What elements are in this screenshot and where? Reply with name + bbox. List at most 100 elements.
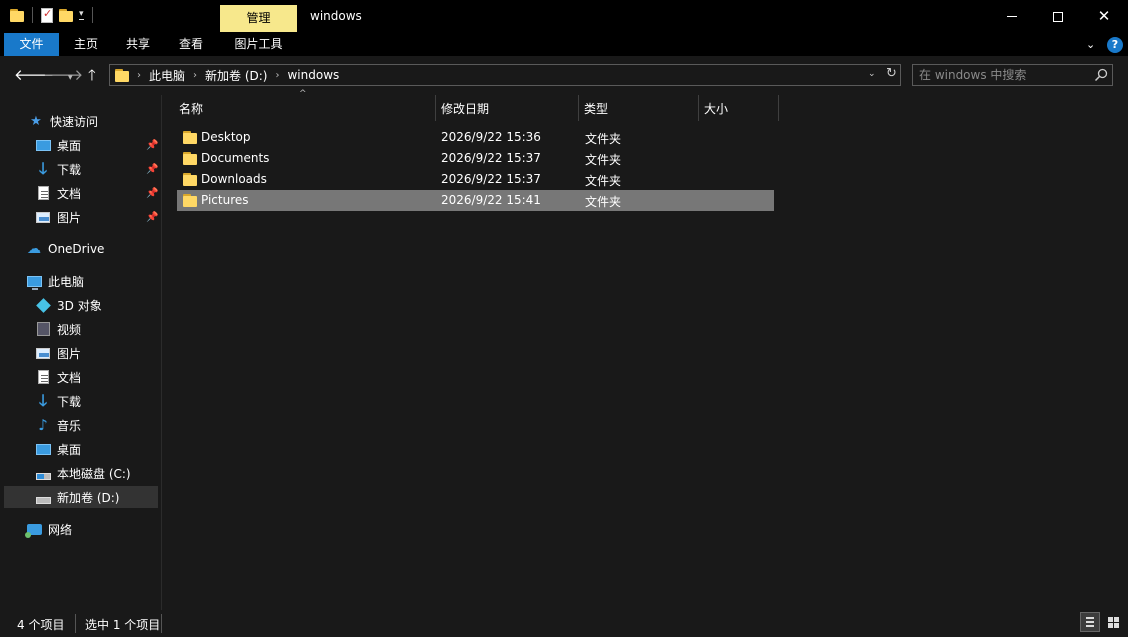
large-icons-view-button[interactable] [1103, 612, 1123, 632]
tab-home[interactable]: 主页 [60, 33, 112, 56]
file-row[interactable]: Downloads 2026/9/22 15:37 文件夹 [177, 169, 774, 190]
sidebar-item-label: 此电脑 [48, 274, 85, 289]
desktop-icon [35, 137, 51, 153]
chevron-right-icon[interactable]: › [137, 70, 141, 81]
sidebar-item-drive-d[interactable]: 新加卷 (D:) [4, 486, 158, 508]
file-row-selected[interactable]: Pictures 2026/9/22 15:41 文件夹 [177, 190, 774, 211]
sidebar-item-label: OneDrive [48, 242, 105, 256]
video-icon-shape [36, 322, 50, 336]
new-folder-icon[interactable] [59, 8, 73, 22]
status-bar: 4 个项目 选中 1 个项目 [0, 610, 1128, 637]
file-type: 文件夹 [585, 132, 622, 146]
download-icon: 🡓 [38, 159, 48, 178]
sidebar-item-label: 图片 [57, 346, 82, 361]
navigation-pane: ★ 快速访问 桌面 📌 🡓 下载 📌 文档 📌 图片 📌 ☁ OneDrive … [4, 95, 160, 610]
pin-icon[interactable]: 📌 [146, 212, 158, 223]
up-button[interactable]: 🡑 [88, 66, 96, 84]
file-type: 文件夹 [585, 195, 622, 209]
column-header-name[interactable]: 名称 [174, 95, 435, 121]
sidebar-item-documents[interactable]: 文档 [35, 366, 81, 388]
pictures-icon [35, 345, 51, 361]
sidebar-item-quick-documents[interactable]: 文档 📌 [35, 182, 160, 204]
tab-view[interactable]: 查看 [165, 33, 217, 56]
sidebar-item-label: 3D 对象 [57, 298, 102, 313]
sidebar-item-this-pc[interactable]: 此电脑 [26, 270, 84, 292]
address-bar[interactable]: › 此电脑 › 新加卷 (D:) › windows ⌄ ↻ [109, 64, 901, 86]
sidebar-item-label: 视频 [57, 322, 82, 337]
tab-file[interactable]: 文件 [4, 33, 59, 56]
pane-divider[interactable] [161, 95, 162, 610]
search-input[interactable] [919, 67, 1089, 83]
customize-toolbar-icon[interactable]: ▾ [79, 10, 84, 20]
sidebar-item-label: 文档 [57, 370, 82, 385]
search-box[interactable] [912, 64, 1113, 86]
sidebar-item-label: 下载 [57, 394, 82, 409]
document-icon [35, 185, 51, 201]
close-button[interactable]: ✕ [1081, 0, 1127, 33]
sidebar-item-quick-pictures[interactable]: 图片 📌 [35, 206, 160, 228]
sidebar-item-music[interactable]: ♪ 音乐 [35, 414, 81, 436]
tab-manage[interactable]: 管理 [220, 5, 297, 32]
chevron-right-icon[interactable]: › [193, 70, 197, 81]
file-date: 2026/9/22 15:37 [441, 151, 541, 165]
sidebar-item-drive-c[interactable]: 本地磁盘 (C:) [35, 462, 131, 484]
sidebar-item-downloads[interactable]: 🡓 下载 [35, 390, 81, 412]
window-title: windows [310, 9, 362, 23]
tab-share[interactable]: 共享 [114, 33, 162, 56]
sidebar-item-label: 图片 [57, 210, 82, 225]
sidebar-item-quick-access[interactable]: ★ 快速访问 [28, 110, 98, 132]
network-icon-shape [24, 523, 42, 538]
chevron-right-icon[interactable]: › [275, 70, 279, 81]
column-header-size[interactable]: 大小 [699, 95, 778, 121]
tab-picture-tools[interactable]: 图片工具 [220, 33, 297, 56]
system-drive-icon-shape [35, 472, 51, 480]
pin-icon[interactable]: 📌 [146, 188, 158, 199]
sidebar-item-onedrive[interactable]: ☁ OneDrive [26, 238, 104, 260]
sidebar-item-label: 网络 [48, 522, 73, 537]
sidebar-item-label: 本地磁盘 (C:) [57, 466, 131, 481]
folder-icon [10, 8, 24, 22]
sidebar-item-videos[interactable]: 视频 [35, 318, 81, 340]
maximize-icon [1053, 11, 1063, 22]
sidebar-item-network[interactable]: 网络 [24, 518, 73, 540]
file-type: 文件夹 [585, 174, 622, 188]
file-name: Documents [201, 151, 270, 165]
expand-ribbon-icon[interactable]: ⌄ [1086, 38, 1095, 51]
sidebar-item-quick-downloads[interactable]: 🡓 下载 📌 [35, 158, 160, 180]
file-row[interactable]: Desktop 2026/9/22 15:36 文件夹 [177, 127, 774, 148]
minimize-button[interactable] [989, 0, 1035, 33]
help-icon[interactable]: ? [1107, 37, 1123, 53]
properties-icon[interactable] [41, 7, 53, 23]
details-view-button[interactable] [1080, 612, 1100, 632]
cube-icon-shape [35, 297, 51, 313]
breadcrumb-this-pc[interactable]: 此电脑 [149, 67, 185, 84]
status-selection: 选中 1 个项目 [85, 618, 161, 632]
breadcrumb-windows[interactable]: windows [287, 68, 339, 82]
recent-locations-icon[interactable]: ▾ [68, 69, 73, 87]
column-header-type[interactable]: 类型 [579, 95, 698, 121]
status-item-count: 4 个项目 [17, 618, 65, 632]
pin-icon[interactable]: 📌 [146, 164, 158, 175]
column-header-date[interactable]: 修改日期 [436, 95, 578, 121]
pin-icon[interactable]: 📌 [146, 140, 158, 151]
file-row[interactable]: Documents 2026/9/22 15:37 文件夹 [177, 148, 774, 169]
forward-button[interactable]: 🡒 [43, 66, 83, 84]
sidebar-item-pictures[interactable]: 图片 [35, 342, 81, 364]
title-bar: ▾ 管理 windows ✕ [0, 0, 1128, 33]
maximize-button[interactable] [1035, 0, 1081, 33]
address-history-icon[interactable]: ⌄ [868, 69, 876, 79]
sidebar-item-3d-objects[interactable]: 3D 对象 [35, 294, 102, 316]
pictures-icon [35, 209, 51, 225]
file-date: 2026/9/22 15:37 [441, 172, 541, 186]
system-drive-icon [35, 465, 51, 481]
sidebar-item-quick-desktop[interactable]: 桌面 📌 [35, 134, 160, 156]
refresh-icon[interactable]: ↻ [886, 66, 897, 81]
search-icon[interactable] [1094, 68, 1108, 82]
sidebar-item-label: 桌面 [57, 138, 82, 153]
file-date: 2026/9/22 15:36 [441, 130, 541, 144]
column-divider[interactable] [778, 95, 779, 121]
sidebar-item-label: 下载 [57, 162, 82, 177]
desktop-icon-shape [35, 443, 51, 455]
sidebar-item-desktop[interactable]: 桌面 [35, 438, 81, 460]
breadcrumb-drive-d[interactable]: 新加卷 (D:) [205, 67, 267, 84]
